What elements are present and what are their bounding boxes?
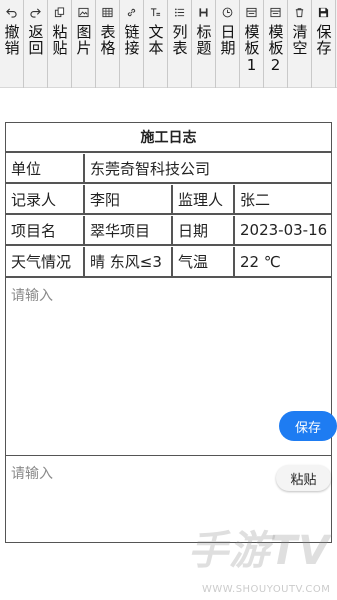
form-title: 施工日志 (6, 123, 331, 153)
image-label: 图片 (74, 24, 93, 56)
watermark-brand: 手游TV (188, 528, 331, 574)
template-icon (270, 6, 282, 18)
save-tool-button[interactable]: 保存 (312, 0, 336, 88)
list-button[interactable]: 列表 (168, 0, 192, 88)
table-icon (102, 6, 114, 18)
project-label: 项目名 (6, 216, 85, 244)
project-row: 项目名 翠华项目 日期 2023-03-16 (6, 216, 331, 246)
heading-button[interactable]: 标题 (192, 0, 216, 88)
paste-icon (54, 6, 66, 18)
recorder-label: 记录人 (6, 185, 85, 213)
paste-tool-label: 粘贴 (50, 24, 69, 56)
unit-value[interactable]: 东莞奇智科技公司 (85, 154, 331, 182)
trash-icon (294, 6, 306, 18)
text-format-label: 文本 (146, 24, 165, 56)
image-button[interactable]: 图片 (72, 0, 96, 88)
temperature-value[interactable]: 22 ℃ (235, 247, 331, 276)
heading-label: 标题 (194, 24, 213, 56)
recorder-row: 记录人 李阳 监理人 张二 (6, 185, 331, 215)
save-icon (318, 6, 330, 18)
text-format-button[interactable]: 文本 (144, 0, 168, 88)
save-tool-label: 保存 (314, 24, 333, 56)
date-label: 日期 (218, 24, 237, 56)
undo-button[interactable]: 撤销 (0, 0, 24, 88)
supervisor-value[interactable]: 张二 (235, 185, 331, 213)
weather-value[interactable]: 晴 东风≤3 (85, 247, 173, 276)
redo-icon (30, 6, 42, 18)
weather-row: 天气情况 晴 东风≤3 气温 22 ℃ (6, 247, 331, 278)
temperature-label: 气温 (173, 247, 235, 276)
clear-button[interactable]: 清空 (288, 0, 312, 88)
template-2-button[interactable]: 模板2 (264, 0, 288, 88)
paste-tool-button[interactable]: 粘贴 (48, 0, 72, 88)
link-icon (126, 6, 138, 18)
editor-toolbar: 撤销 返回 粘贴 图片 表格 链接 文本 列表 标题 日期 模板1 模板2 清空… (0, 0, 337, 88)
unit-label: 单位 (6, 154, 85, 182)
paste-button[interactable]: 粘贴 (276, 465, 331, 491)
recorder-value[interactable]: 李阳 (85, 185, 173, 213)
watermark: 手游TV WWW.SHOUYOUTV.COM (188, 518, 333, 598)
heading-icon (198, 6, 210, 18)
save-button[interactable]: 保存 (279, 411, 337, 441)
image-icon (78, 6, 90, 18)
supervisor-label: 监理人 (173, 185, 235, 213)
link-button[interactable]: 链接 (120, 0, 144, 88)
list-label: 列表 (170, 24, 189, 56)
clear-label: 清空 (290, 24, 309, 56)
clock-icon (222, 6, 234, 18)
date-button[interactable]: 日期 (216, 0, 240, 88)
unit-row: 单位 东莞奇智科技公司 (6, 154, 331, 184)
notes-placeholder: 请输入 (11, 466, 53, 482)
date-value[interactable]: 2023-03-16 (235, 216, 331, 244)
log-content-textarea[interactable]: 请输入 保存 (6, 279, 337, 456)
watermark-site: WWW.SHOUYOUTV.COM (202, 584, 331, 595)
template-1-button[interactable]: 模板1 (240, 0, 264, 88)
template-2-label: 模板2 (266, 24, 285, 75)
template-1-label: 模板1 (242, 24, 261, 75)
date-field-label: 日期 (173, 216, 235, 244)
construction-log-form: 施工日志 单位 东莞奇智科技公司 记录人 李阳 监理人 张二 项目名 翠华项目 … (5, 122, 337, 543)
undo-icon (6, 6, 18, 18)
table-button[interactable]: 表格 (96, 0, 120, 88)
project-value[interactable]: 翠华项目 (85, 216, 173, 244)
table-label: 表格 (98, 24, 117, 56)
link-label: 链接 (122, 24, 141, 56)
redo-label: 返回 (26, 24, 45, 56)
redo-button[interactable]: 返回 (24, 0, 48, 88)
log-content-placeholder: 请输入 (11, 288, 53, 304)
undo-label: 撤销 (2, 24, 21, 56)
text-format-icon (150, 6, 162, 18)
list-icon (174, 6, 186, 18)
template-icon (246, 6, 258, 18)
weather-label: 天气情况 (6, 247, 85, 276)
